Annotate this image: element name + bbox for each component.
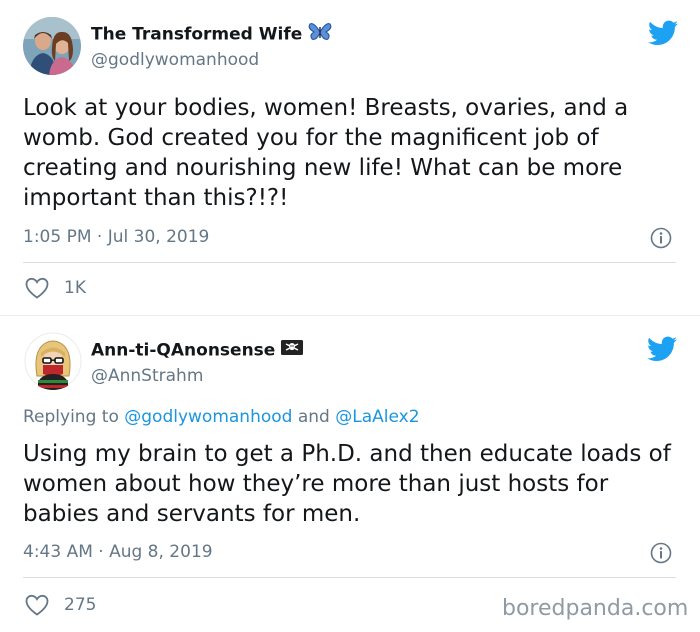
author-name[interactable]: The Transformed Wife: [91, 22, 332, 47]
divider: [23, 577, 676, 578]
reply-context: Replying to @godlywomanhood and @LaAlex2: [23, 407, 420, 427]
tweet-timestamp[interactable]: 4:43 AM · Aug 8, 2019: [23, 542, 213, 562]
tweet-timestamp[interactable]: 1:05 PM · Jul 30, 2019: [23, 227, 209, 247]
heart-icon: [25, 594, 49, 616]
tweet-card: Ann-ti-QAnonsense @AnnStrahm Replying to…: [0, 316, 700, 632]
avatar[interactable]: [24, 332, 82, 390]
author-handle[interactable]: @godlywomanhood: [91, 50, 259, 70]
twitter-bird-icon[interactable]: [648, 20, 678, 46]
tweet-text: Look at your bodies, women! Breasts, ova…: [23, 95, 629, 211]
watermark: boredpanda.com: [502, 596, 689, 621]
butterfly-icon: [308, 22, 332, 47]
info-icon[interactable]: [650, 542, 672, 564]
avatar[interactable]: [23, 17, 81, 75]
heart-icon: [25, 277, 49, 299]
like-count: 1K: [64, 278, 86, 298]
info-icon[interactable]: [650, 227, 672, 249]
author-handle[interactable]: @AnnStrahm: [91, 366, 203, 386]
like-button[interactable]: 1K: [25, 277, 86, 299]
author-name[interactable]: Ann-ti-QAnonsense: [91, 340, 304, 361]
like-count: 275: [64, 595, 97, 615]
like-button[interactable]: 275: [25, 594, 96, 616]
pirate-flag-icon: [281, 340, 304, 361]
mention-link[interactable]: @godlywomanhood: [124, 407, 292, 427]
mention-link[interactable]: @LaAlex2: [335, 407, 419, 427]
tweet-text: Using my brain to get a Ph.D. and then e…: [23, 441, 671, 527]
twitter-bird-icon[interactable]: [647, 336, 677, 362]
tweet-card: The Transformed Wife @godlywomanhood Loo…: [0, 0, 700, 315]
divider: [23, 262, 676, 263]
